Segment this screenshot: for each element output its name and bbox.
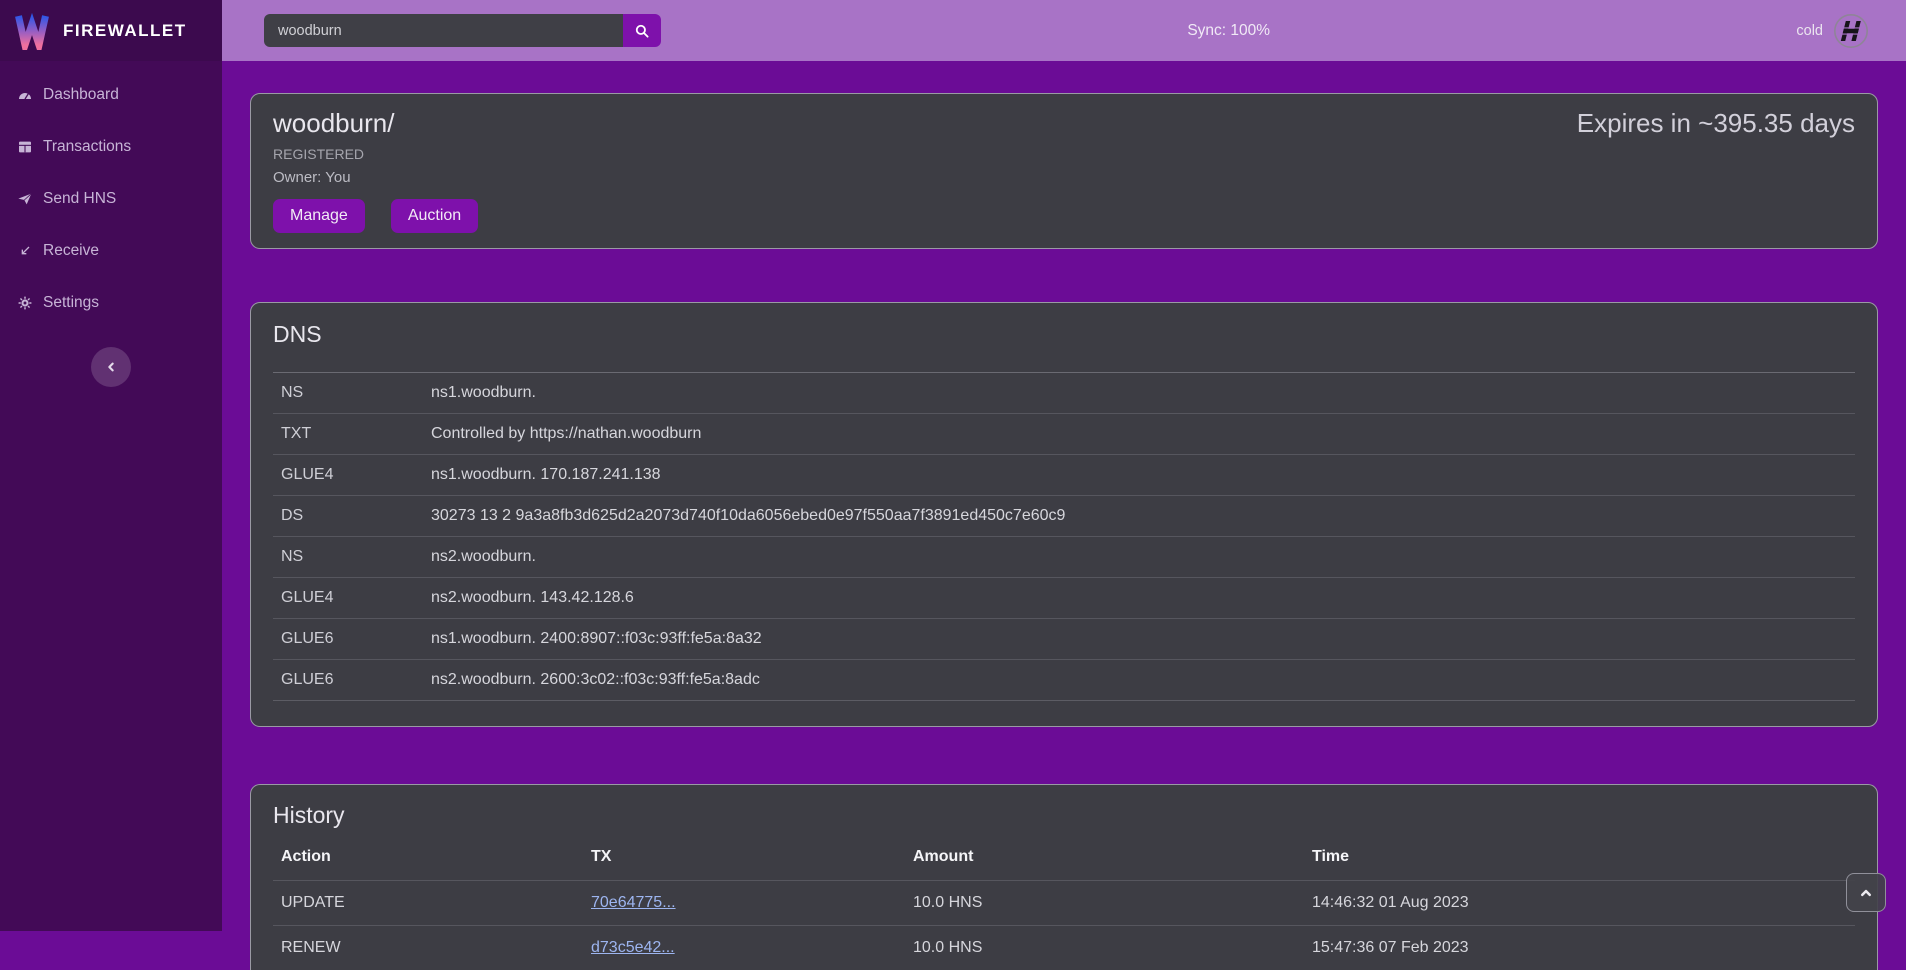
sidebar-item-transactions[interactable]: Transactions: [0, 121, 222, 173]
dns-record-type: GLUE4: [273, 455, 423, 496]
dns-record-type: NS: [273, 537, 423, 578]
dns-record-value: ns1.woodburn. 2400:8907::f03c:93ff:fe5a:…: [423, 619, 1855, 660]
history-header-row: Action TX Amount Time: [273, 834, 1855, 880]
dns-record-type: DS: [273, 496, 423, 537]
dns-record-row: GLUE4ns1.woodburn. 170.187.241.138: [273, 455, 1855, 496]
brand-header: FIREWALLET: [0, 0, 222, 61]
auction-button[interactable]: Auction: [391, 199, 478, 233]
handshake-logo-icon: [1833, 13, 1869, 49]
manage-button[interactable]: Manage: [273, 199, 365, 233]
domain-name-title: woodburn/: [273, 107, 394, 140]
history-column-action: Action: [273, 834, 583, 880]
dns-record-type: TXT: [273, 414, 423, 455]
dns-record-type: GLUE6: [273, 619, 423, 660]
dns-record-value: 30273 13 2 9a3a8fb3d625d2a2073d740f10da6…: [423, 496, 1855, 537]
owner-text: Owner: You: [273, 169, 1855, 186]
history-column-amount: Amount: [905, 834, 1304, 880]
receive-icon: [17, 243, 33, 259]
search-group: [264, 14, 661, 47]
dns-record-row: DS30273 13 2 9a3a8fb3d625d2a2073d740f10d…: [273, 496, 1855, 537]
sidebar-item-label: Dashboard: [43, 86, 119, 104]
sync-status: Sync: 100%: [1187, 22, 1270, 40]
history-time: 15:47:36 07 Feb 2023: [1304, 925, 1855, 970]
sidebar-item-dashboard[interactable]: Dashboard: [0, 69, 222, 121]
dns-title: DNS: [273, 318, 1855, 351]
sidebar-item-label: Transactions: [43, 138, 131, 156]
wallet-name-label: cold: [1796, 23, 1823, 39]
history-table: Action TX Amount Time UPDATE 70e64775...…: [273, 834, 1855, 970]
sidebar-collapse-button[interactable]: [91, 347, 131, 387]
dns-record-value: ns2.woodburn. 143.42.128.6: [423, 578, 1855, 619]
dns-records-table: NSns1.woodburn. TXTControlled by https:/…: [273, 372, 1855, 701]
dns-record-value: Controlled by https://nathan.woodburn: [423, 414, 1855, 455]
dns-record-type: GLUE4: [273, 578, 423, 619]
history-title: History: [273, 800, 1855, 830]
history-action: RENEW: [273, 925, 583, 970]
dns-record-value: ns2.woodburn.: [423, 537, 1855, 578]
history-amount: 10.0 HNS: [905, 880, 1304, 925]
history-card: History Action TX Amount Time UPDATE 70e…: [250, 784, 1878, 970]
send-icon: [17, 191, 33, 207]
sidebar-item-label: Receive: [43, 242, 99, 260]
sidebar-item-receive[interactable]: Receive: [0, 225, 222, 277]
sidebar-item-label: Settings: [43, 294, 99, 312]
table-icon: [17, 139, 33, 155]
dns-record-row: TXTControlled by https://nathan.woodburn: [273, 414, 1855, 455]
topbar: Sync: 100% cold: [222, 0, 1906, 61]
search-button[interactable]: [623, 14, 661, 47]
history-time: 14:46:32 01 Aug 2023: [1304, 880, 1855, 925]
history-action: UPDATE: [273, 880, 583, 925]
sidebar-item-settings[interactable]: Settings: [0, 277, 222, 329]
history-column-tx: TX: [583, 834, 905, 880]
domain-summary-card: woodburn/ Expires in ~395.35 days REGIST…: [250, 93, 1878, 249]
sidebar-item-label: Send HNS: [43, 190, 116, 208]
history-row: RENEW d73c5e42... 10.0 HNS 15:47:36 07 F…: [273, 925, 1855, 970]
gear-icon: [17, 295, 33, 311]
dns-record-row: GLUE6ns2.woodburn. 2600:3c02::f03c:93ff:…: [273, 660, 1855, 701]
gauge-icon: [17, 87, 33, 103]
dns-record-row: GLUE4ns2.woodburn. 143.42.128.6: [273, 578, 1855, 619]
dns-record-value: ns1.woodburn. 170.187.241.138: [423, 455, 1855, 496]
dns-card: DNS NSns1.woodburn. TXTControlled by htt…: [250, 302, 1878, 727]
dns-record-value: ns2.woodburn. 2600:3c02::f03c:93ff:fe5a:…: [423, 660, 1855, 701]
scroll-to-top-button[interactable]: [1846, 873, 1886, 912]
history-amount: 10.0 HNS: [905, 925, 1304, 970]
dns-record-row: GLUE6ns1.woodburn. 2400:8907::f03c:93ff:…: [273, 619, 1855, 660]
firewallet-w-logo: [12, 12, 52, 50]
dns-record-value: ns1.woodburn.: [423, 373, 1855, 414]
wallet-indicator[interactable]: cold: [1796, 13, 1869, 49]
dns-record-row: NSns2.woodburn.: [273, 537, 1855, 578]
tx-link[interactable]: d73c5e42...: [591, 939, 675, 956]
sidebar-item-send-hns[interactable]: Send HNS: [0, 173, 222, 225]
search-input[interactable]: [264, 14, 623, 47]
brand-name: FIREWALLET: [63, 21, 187, 41]
dns-record-type: GLUE6: [273, 660, 423, 701]
expiry-text: Expires in ~395.35 days: [1577, 107, 1855, 140]
chevron-up-icon: [1857, 884, 1875, 902]
dns-record-type: NS: [273, 373, 423, 414]
history-column-time: Time: [1304, 834, 1855, 880]
tx-link[interactable]: 70e64775...: [591, 894, 676, 911]
registration-status: REGISTERED: [273, 146, 1855, 162]
sidebar: FIREWALLET Dashboard Transactions Send H…: [0, 0, 222, 931]
history-row: UPDATE 70e64775... 10.0 HNS 14:46:32 01 …: [273, 880, 1855, 925]
chevron-left-icon: [103, 359, 119, 375]
main-content: woodburn/ Expires in ~395.35 days REGIST…: [222, 61, 1906, 970]
sidebar-nav: Dashboard Transactions Send HNS Receive: [0, 61, 222, 329]
dns-record-row: NSns1.woodburn.: [273, 373, 1855, 414]
search-icon: [633, 22, 651, 40]
